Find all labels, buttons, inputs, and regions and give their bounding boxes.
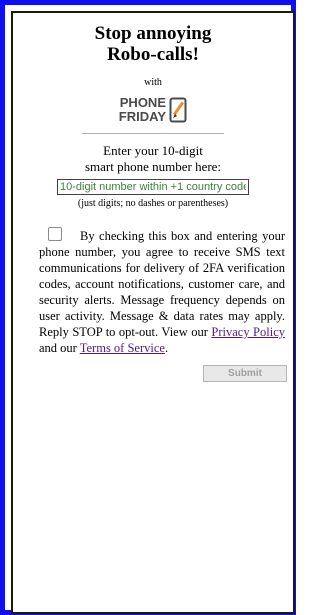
phone-prompt-line-2: smart phone number here: — [84, 159, 222, 174]
terms-of-service-link[interactable]: Terms of Service — [80, 341, 165, 355]
signup-panel: Stop annoying Robo-calls! with PHONE FRI… — [11, 11, 295, 614]
logo-line-1: PHONE — [119, 95, 166, 110]
phone-pencil-icon — [169, 97, 187, 123]
sms-consent: By checking this box and entering your p… — [39, 227, 285, 356]
phone-input-wrapper — [13, 177, 293, 195]
page-title: Stop annoying Robo-calls! — [13, 23, 293, 65]
phone-hint: (just digits; no dashes or parentheses) — [77, 198, 229, 209]
submit-button[interactable]: Submit — [203, 365, 287, 382]
outer-frame: Stop annoying Robo-calls! with PHONE FRI… — [0, 0, 296, 615]
logo-text: PHONE FRIDAY — [118, 96, 166, 124]
phone-number-input[interactable] — [57, 179, 249, 195]
logo-line-2: FRIDAY — [118, 109, 166, 124]
consent-checkbox[interactable] — [48, 227, 62, 241]
title-line-1: Stop annoying — [94, 23, 212, 44]
submit-row: Submit — [13, 363, 287, 382]
privacy-policy-link[interactable]: Privacy Policy — [211, 325, 285, 339]
consent-and-text: and our — [39, 341, 77, 355]
title-line-2: Robo-calls! — [107, 44, 199, 65]
phone-prompt: Enter your 10-digit smart phone number h… — [13, 143, 293, 175]
phone-prompt-line-1: Enter your 10-digit — [103, 143, 203, 158]
consent-text: By checking this box and entering your p… — [39, 229, 285, 339]
divider — [82, 133, 224, 134]
with-label: with — [144, 77, 162, 88]
phone-friday-logo: PHONE FRIDAY — [118, 96, 188, 126]
consent-end-text: . — [164, 341, 169, 355]
